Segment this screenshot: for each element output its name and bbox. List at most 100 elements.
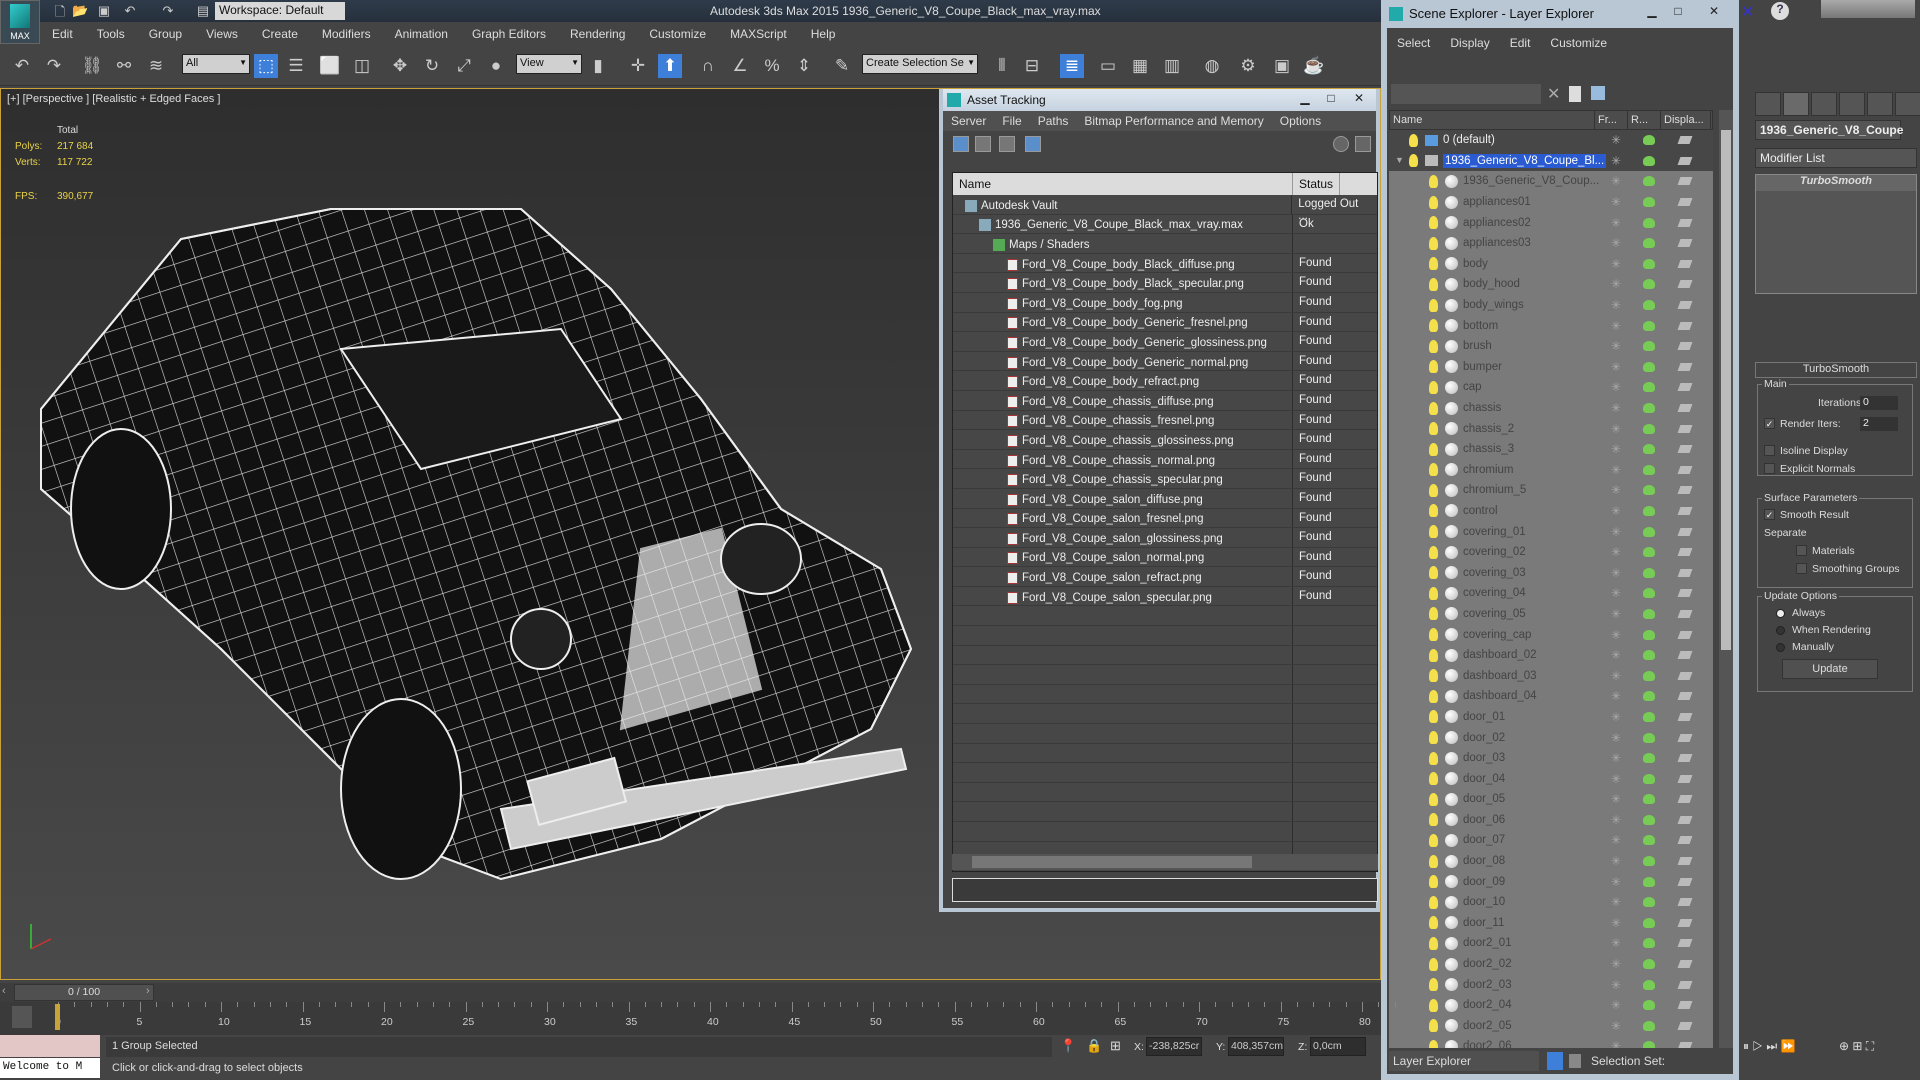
render-setup-icon[interactable]: ⚙ xyxy=(1236,54,1260,78)
freeze-icon[interactable]: ✳ xyxy=(1611,216,1621,230)
object-row[interactable]: door_09 ✳ xyxy=(1389,871,1713,892)
display-icon[interactable] xyxy=(1677,589,1693,598)
visibility-bulb-icon[interactable] xyxy=(1409,133,1418,147)
freeze-icon[interactable]: ✳ xyxy=(1611,298,1621,312)
object-row[interactable]: door_06 ✳ xyxy=(1389,809,1713,831)
object-row[interactable]: dashboard_03 ✳ xyxy=(1389,665,1713,687)
freeze-icon[interactable]: ✳ xyxy=(1611,401,1621,415)
visibility-bulb-icon[interactable] xyxy=(1429,998,1438,1012)
scene-menu-edit[interactable]: Edit xyxy=(1500,28,1541,58)
visibility-bulb-icon[interactable] xyxy=(1429,504,1438,518)
motion-tab-icon[interactable] xyxy=(1839,92,1865,116)
object-row[interactable]: door2_02 ✳ xyxy=(1389,953,1713,975)
asset-row[interactable]: Maps / Shaders xyxy=(953,234,1377,254)
render-teapot-icon[interactable] xyxy=(1643,979,1655,990)
object-row[interactable]: covering_01 ✳ xyxy=(1389,521,1713,542)
vertical-scrollbar[interactable] xyxy=(1719,110,1733,1066)
undo-icon[interactable]: ↶ xyxy=(122,3,138,19)
visibility-bulb-icon[interactable] xyxy=(1429,854,1438,868)
asset-row[interactable]: Ford_V8_Coupe_body_Generic_normal.png Fou… xyxy=(953,351,1377,372)
freeze-icon[interactable]: ✳ xyxy=(1611,792,1621,806)
display-icon[interactable] xyxy=(1677,609,1693,618)
display-icon[interactable] xyxy=(1677,321,1693,330)
menu-help[interactable]: Help xyxy=(799,22,848,46)
display-icon[interactable] xyxy=(1677,527,1693,536)
display-icon[interactable] xyxy=(1677,980,1693,989)
render-teapot-icon[interactable] xyxy=(1643,1020,1655,1031)
visibility-bulb-icon[interactable] xyxy=(1429,978,1438,992)
menu-modifiers[interactable]: Modifiers xyxy=(310,22,383,46)
bind-space-warp-icon[interactable]: ≋ xyxy=(144,54,168,78)
display-icon[interactable] xyxy=(1677,568,1693,577)
display-icon[interactable] xyxy=(1677,692,1693,701)
redo-icon[interactable]: ↷ xyxy=(160,3,176,19)
manually-radio[interactable] xyxy=(1776,643,1785,652)
project-folder-icon[interactable]: ▤ xyxy=(195,3,211,19)
asset-row[interactable]: Ford_V8_Coupe_salon_normal.png Found xyxy=(953,547,1377,568)
display-icon[interactable] xyxy=(1677,898,1693,907)
object-row[interactable]: door_02 ✳ xyxy=(1389,727,1713,748)
render-teapot-icon[interactable] xyxy=(1643,279,1655,290)
select-object-icon[interactable]: ⬚ xyxy=(254,54,278,78)
column-header-name[interactable]: Name xyxy=(1390,111,1595,129)
asset-menu-bitmap[interactable]: Bitmap Performance and Memory xyxy=(1076,111,1271,131)
menu-animation[interactable]: Animation xyxy=(383,22,460,46)
pivot-center-icon[interactable]: ▮ xyxy=(586,54,610,78)
freeze-icon[interactable]: ✳ xyxy=(1611,277,1621,291)
selection-filter-dropdown[interactable]: All xyxy=(182,54,250,74)
asset-row[interactable]: Ford_V8_Coupe_body_Black_diffuse.png Foun… xyxy=(953,253,1377,274)
display-icon[interactable] xyxy=(1677,239,1693,248)
asset-row[interactable]: Ford_V8_Coupe_salon_fresnel.png Found xyxy=(953,508,1377,529)
asset-row[interactable]: Ford_V8_Coupe_body_Generic_glossiness.pn… xyxy=(953,332,1377,352)
render-teapot-icon[interactable] xyxy=(1643,629,1655,640)
render-teapot-icon[interactable] xyxy=(1643,794,1655,805)
render-teapot-icon[interactable] xyxy=(1643,856,1655,867)
visibility-bulb-icon[interactable] xyxy=(1429,525,1438,539)
sort-by-hierarchy-icon[interactable] xyxy=(1569,1054,1581,1068)
asset-menu-file[interactable]: File xyxy=(994,111,1029,131)
object-row[interactable]: chassis ✳ xyxy=(1389,397,1713,419)
previous-frame-icon[interactable]: ‹ xyxy=(2,985,6,997)
asset-row[interactable]: Ford_V8_Coupe_body_refract.png Found xyxy=(953,371,1377,391)
asset-menu-server[interactable]: Server xyxy=(943,111,994,131)
column-header-display[interactable]: Displa... xyxy=(1661,111,1711,129)
visibility-bulb-icon[interactable] xyxy=(1429,751,1438,765)
freeze-icon[interactable]: ✳ xyxy=(1611,442,1621,456)
mini-curve-editor-icon[interactable] xyxy=(12,1006,32,1028)
visibility-bulb-icon[interactable] xyxy=(1429,957,1438,971)
visibility-bulb-icon[interactable] xyxy=(1429,401,1438,415)
viewport-navigation-icons[interactable]: ⊕ ⊞ ⛶ xyxy=(1839,1039,1874,1054)
visibility-bulb-icon[interactable] xyxy=(1429,360,1438,374)
object-row[interactable]: covering_03 ✳ xyxy=(1389,562,1713,584)
visibility-bulb-icon[interactable] xyxy=(1429,875,1438,889)
freeze-icon[interactable]: ✳ xyxy=(1611,360,1621,374)
asset-row[interactable]: Ford_V8_Coupe_chassis_normal.png Found xyxy=(953,449,1377,470)
visibility-bulb-icon[interactable] xyxy=(1429,483,1438,497)
object-name-field[interactable]: 1936_Generic_V8_Coupe xyxy=(1755,120,1903,140)
display-icon[interactable] xyxy=(1677,156,1693,165)
visibility-bulb-icon[interactable] xyxy=(1429,710,1438,724)
object-row[interactable]: door_10 ✳ xyxy=(1389,891,1713,913)
visibility-bulb-icon[interactable] xyxy=(1429,236,1438,250)
expand-arrow-icon[interactable]: ▼ xyxy=(1395,155,1404,165)
application-button[interactable]: MAX xyxy=(0,0,40,44)
object-row[interactable]: bumper ✳ xyxy=(1389,356,1713,378)
display-icon[interactable] xyxy=(1677,218,1693,227)
materials-checkbox[interactable] xyxy=(1796,545,1807,556)
display-icon[interactable] xyxy=(1677,424,1693,433)
object-row[interactable]: door_11 ✳ xyxy=(1389,912,1713,934)
display-icon[interactable] xyxy=(1677,774,1693,783)
new-file-icon[interactable]: 🗋 xyxy=(52,3,68,19)
asset-row[interactable]: Ford_V8_Coupe_body_fog.png Found xyxy=(953,292,1377,313)
modify-tab-icon[interactable] xyxy=(1783,92,1809,116)
visibility-bulb-icon[interactable] xyxy=(1429,916,1438,930)
angle-snap-icon[interactable]: ∠ xyxy=(728,54,752,78)
link-icon[interactable]: ⛓ xyxy=(80,54,104,78)
render-teapot-icon[interactable] xyxy=(1643,341,1655,352)
edit-named-selection-icon[interactable]: ✎ xyxy=(830,54,854,78)
display-icon[interactable] xyxy=(1677,815,1693,824)
display-icon[interactable] xyxy=(1677,465,1693,474)
display-icon[interactable] xyxy=(1677,177,1693,186)
asset-row[interactable]: Ford_V8_Coupe_chassis_diffuse.png Found xyxy=(953,390,1377,411)
asset-row[interactable]: Ford_V8_Coupe_chassis_specular.png Found xyxy=(953,469,1377,489)
